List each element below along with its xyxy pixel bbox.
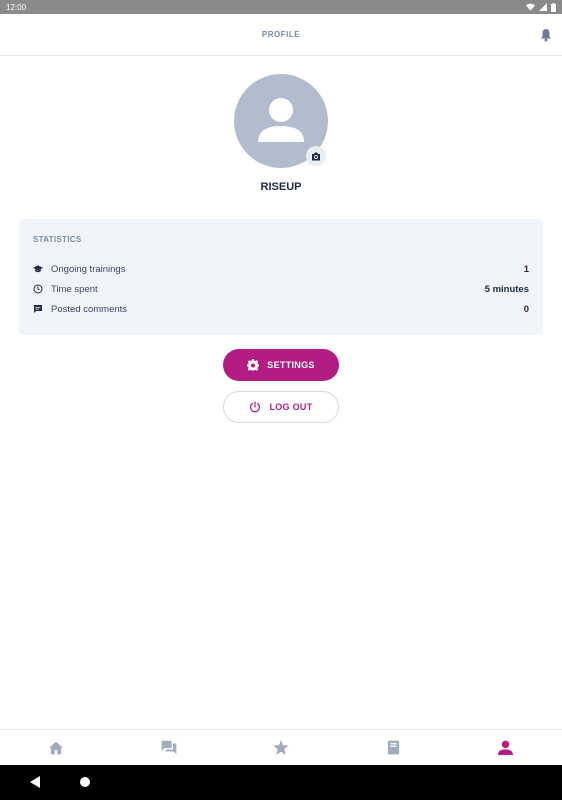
system-navigation-bar	[0, 765, 562, 800]
avatar-container	[234, 74, 328, 168]
statistics-title: STATISTICS	[33, 235, 82, 244]
stat-label: Ongoing trainings	[51, 263, 126, 275]
nav-item-home[interactable]	[0, 730, 112, 765]
logout-label: LOG OUT	[269, 402, 313, 412]
battery-icon	[551, 2, 556, 12]
nav-item-favorites[interactable]	[225, 730, 337, 765]
change-photo-button[interactable]	[306, 146, 326, 166]
stat-value: 0	[523, 303, 529, 315]
power-icon	[250, 401, 261, 413]
stat-label: Posted comments	[51, 303, 128, 315]
stat-row-ongoing-trainings: Ongoing trainings 1	[33, 262, 529, 276]
bell-icon[interactable]	[540, 28, 552, 42]
stat-row-posted-comments: Posted comments 0	[33, 302, 529, 316]
settings-button[interactable]: SETTINGS	[223, 349, 339, 381]
nav-item-forum[interactable]	[112, 730, 224, 765]
logout-button[interactable]: LOG OUT	[223, 391, 339, 423]
profile-screen: 12:00 PROFILE RISEUP STATISTICS Ongoing …	[0, 0, 562, 800]
status-icons	[526, 2, 556, 12]
person-placeholder-icon	[258, 98, 304, 142]
settings-label: SETTINGS	[267, 360, 315, 370]
nav-item-catalog[interactable]	[337, 730, 449, 765]
camera-icon	[312, 152, 320, 160]
home-circle-icon[interactable]	[80, 777, 90, 787]
stat-label: Time spent	[51, 283, 98, 295]
gear-icon	[247, 359, 260, 371]
person-icon	[498, 740, 514, 755]
star-icon	[273, 740, 289, 755]
page-title: PROFILE	[261, 30, 301, 39]
stat-value: 5 minutes	[484, 283, 529, 295]
back-icon[interactable]	[30, 776, 40, 788]
bottom-navigation	[0, 729, 562, 765]
stat-value: 1	[523, 263, 529, 275]
status-time: 12:00	[6, 2, 27, 12]
wifi-icon	[526, 3, 535, 11]
book-icon	[387, 740, 400, 755]
app-header: PROFILE	[0, 14, 562, 56]
username: RISEUP	[260, 181, 302, 193]
status-bar: 12:00	[0, 0, 562, 14]
nav-item-profile[interactable]	[450, 730, 562, 765]
stat-row-time-spent: Time spent 5 minutes	[33, 282, 529, 296]
signal-icon	[539, 3, 547, 11]
comment-icon	[33, 304, 43, 314]
chat-icon	[161, 740, 176, 755]
clock-icon	[33, 284, 43, 294]
graduation-cap-icon	[33, 264, 43, 274]
home-icon	[49, 741, 64, 754]
statistics-card: STATISTICS Ongoing trainings 1 Time spen…	[19, 219, 543, 335]
